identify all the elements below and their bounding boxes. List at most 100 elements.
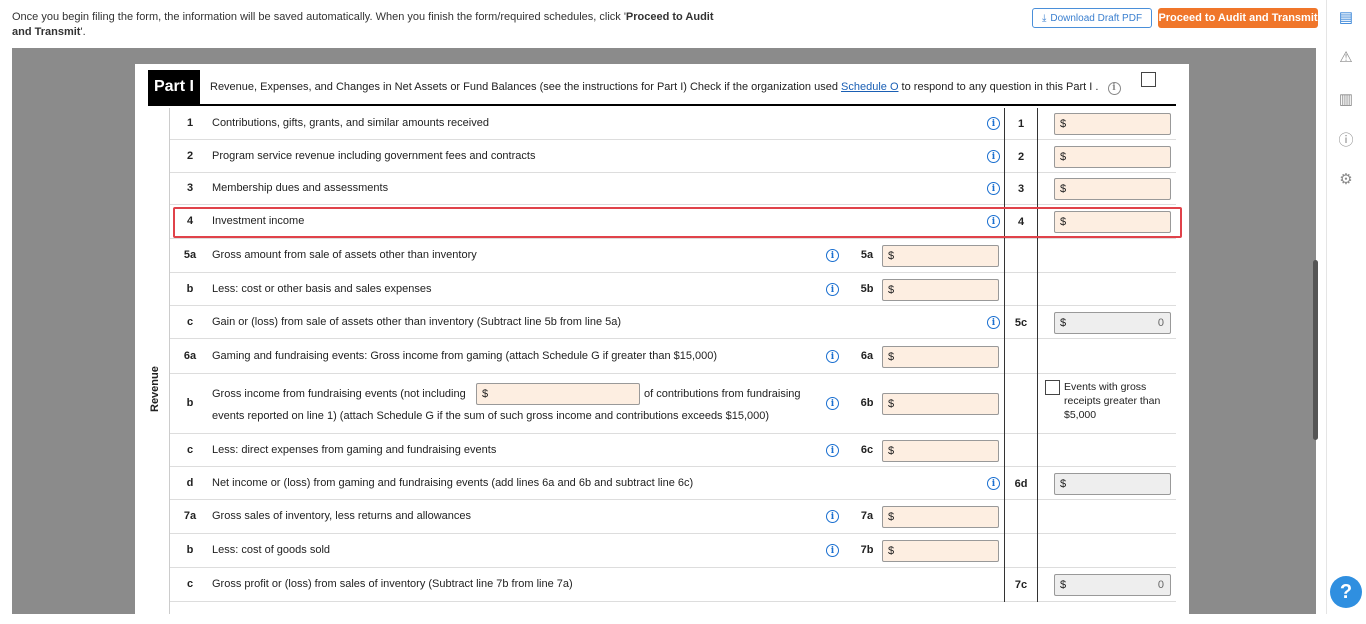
info-icon[interactable]: i xyxy=(987,150,1000,163)
table-row: 2 Program service revenue including gover… xyxy=(170,140,1176,173)
amount-field[interactable]: $ xyxy=(882,346,999,368)
amount-field[interactable]: $ xyxy=(882,279,999,301)
amount-field[interactable]: $ xyxy=(882,440,999,462)
line-description: Gross income from fundraising events (no… xyxy=(212,388,466,400)
info-icon[interactable]: i xyxy=(987,182,1000,195)
line-number: c xyxy=(186,316,194,328)
info-icon[interactable]: i xyxy=(826,544,839,557)
amount-field: $0 xyxy=(1054,312,1171,334)
line-box-label: 7b xyxy=(860,544,874,556)
proceed-to-audit-button[interactable]: Proceed to Audit and Transmit xyxy=(1158,8,1318,28)
line-box-label: 6a xyxy=(860,350,874,362)
line-number: b xyxy=(186,544,194,556)
table-row: d Net income or (loss) from gaming and fu… xyxy=(170,467,1176,500)
line-description: events reported on line 1) (attach Sched… xyxy=(212,410,770,422)
side-column xyxy=(148,108,170,614)
line-box-label: 5a xyxy=(860,249,874,261)
table-row: b Less: cost or other basis and sales exp… xyxy=(170,273,1176,306)
currency-symbol: $ xyxy=(1060,478,1067,490)
line-description: Net income or (loss) from gaming and fun… xyxy=(212,477,694,489)
currency-symbol: $ xyxy=(888,351,895,363)
download-draft-pdf-button[interactable]: ⤓ Download Draft PDF xyxy=(1032,8,1152,28)
right-rail: ▤ ⚠ ▥ ⓘ ⚙ xyxy=(1326,0,1366,614)
currency-symbol: $ xyxy=(482,388,489,400)
line-box-label: 6c xyxy=(860,444,874,456)
info-icon[interactable]: i xyxy=(826,283,839,296)
line-number: 6a xyxy=(183,350,197,362)
currency-symbol: $ xyxy=(1060,118,1067,130)
line-box-label: 5c xyxy=(1004,306,1038,339)
currency-symbol: $ xyxy=(1060,317,1067,329)
part-label: Part I xyxy=(148,70,200,104)
amount-field[interactable]: $ xyxy=(882,245,999,267)
top-bar: Once you begin filing the form, the info… xyxy=(0,0,1326,48)
line-description: of contributions from fundraising xyxy=(644,388,801,400)
line-description: Gross sales of inventory, less returns a… xyxy=(212,510,472,522)
box-column xyxy=(1004,239,1038,273)
events-checkbox[interactable] xyxy=(1045,380,1060,395)
warning-icon[interactable]: ⚠ xyxy=(1335,46,1357,68)
info-icon[interactable]: i xyxy=(987,477,1000,490)
amount-field: $ xyxy=(1054,473,1171,495)
line-description: Less: cost of goods sold xyxy=(212,544,331,556)
line-description: Program service revenue including govern… xyxy=(212,150,536,162)
info-icon[interactable]: i xyxy=(1107,81,1121,95)
fundraising-contributions-field[interactable]: $ xyxy=(476,383,640,405)
line-box-label: 2 xyxy=(1004,140,1038,173)
currency-symbol: $ xyxy=(1060,151,1067,163)
box-column xyxy=(1004,534,1038,568)
currency-symbol: $ xyxy=(888,250,895,262)
info-icon[interactable]: i xyxy=(826,249,839,262)
info-icon[interactable]: i xyxy=(987,117,1000,130)
schedule-o-checkbox[interactable] xyxy=(1141,72,1156,87)
amount-field[interactable]: $ xyxy=(882,506,999,528)
currency-symbol: $ xyxy=(888,445,895,457)
line-description: Gross profit or (loss) from sales of inv… xyxy=(212,578,573,590)
line-number: c xyxy=(186,444,194,456)
amount-field[interactable]: $ xyxy=(882,393,999,415)
info-icon[interactable]: i xyxy=(826,444,839,457)
currency-symbol: $ xyxy=(888,545,895,557)
table-row: 3 Membership dues and assessments i 3 $ xyxy=(170,173,1176,205)
line-description: Gaming and fundraising events: Gross inc… xyxy=(212,350,718,362)
line-box-label: 6b xyxy=(860,397,874,409)
document-icon[interactable]: ▤ xyxy=(1335,6,1357,28)
amount-field[interactable]: $ xyxy=(882,540,999,562)
schedule-o-link[interactable]: Schedule O xyxy=(841,81,898,93)
line-number: 3 xyxy=(186,182,194,194)
info-icon[interactable]: i xyxy=(826,350,839,363)
amount-field[interactable]: $ xyxy=(1054,178,1171,200)
amount-value: 0 xyxy=(1157,317,1164,329)
box-column xyxy=(1004,374,1038,434)
info-icon[interactable]: i xyxy=(826,397,839,410)
book-icon[interactable]: ▥ xyxy=(1335,88,1357,110)
currency-symbol: $ xyxy=(888,284,895,296)
scrollbar-thumb[interactable] xyxy=(1313,260,1318,440)
info-icon[interactable]: ⓘ xyxy=(1335,128,1357,150)
line-number: 1 xyxy=(186,117,194,129)
currency-symbol: $ xyxy=(1060,183,1067,195)
events-checkbox-group: Events with gross receipts greater than … xyxy=(1045,380,1173,422)
amount-field[interactable]: $ xyxy=(1054,113,1171,135)
download-icon: ⤓ xyxy=(1041,12,1047,24)
line-box-label: 5b xyxy=(860,283,874,295)
table-row: 1 Contributions, gifts, grants, and simil… xyxy=(170,108,1176,140)
line-box-label: 7a xyxy=(860,510,874,522)
part-header: Part I Revenue, Expenses, and Changes in… xyxy=(148,70,1176,106)
table-row: 7a Gross sales of inventory, less returns… xyxy=(170,500,1176,534)
info-icon[interactable]: i xyxy=(987,316,1000,329)
line-number: 7a xyxy=(183,510,197,522)
line-number: c xyxy=(186,578,194,590)
line-number: d xyxy=(186,477,194,489)
info-icon[interactable]: i xyxy=(826,510,839,523)
help-button[interactable]: ? xyxy=(1330,576,1362,608)
amount-field[interactable]: $ xyxy=(1054,146,1171,168)
table-row: c Gain or (loss) from sale of assets othe… xyxy=(170,306,1176,339)
currency-symbol: $ xyxy=(888,511,895,523)
autosave-message: Once you begin filing the form, the info… xyxy=(12,11,714,38)
part-title: Revenue, Expenses, and Changes in Net As… xyxy=(210,81,1121,95)
gear-icon[interactable]: ⚙ xyxy=(1335,168,1357,190)
line-box-label: 3 xyxy=(1004,173,1038,205)
line-box-label: 1 xyxy=(1004,108,1038,140)
line-description: Gross amount from sale of assets other t… xyxy=(212,249,477,261)
